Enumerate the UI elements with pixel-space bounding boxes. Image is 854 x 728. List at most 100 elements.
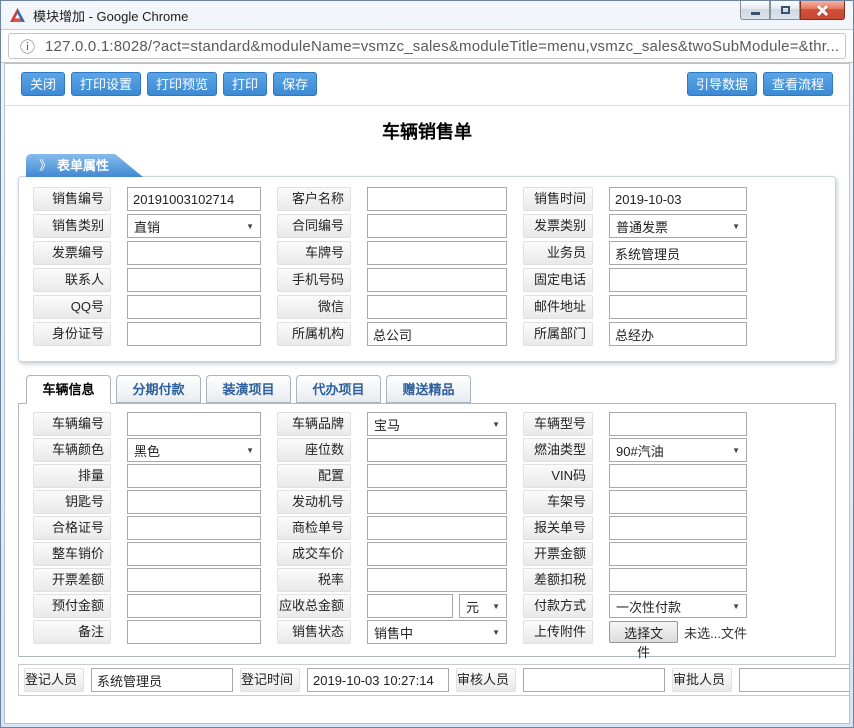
close-button[interactable]: 关闭	[21, 72, 65, 96]
unit-select[interactable]: 元▼	[459, 594, 507, 618]
field-input[interactable]	[367, 187, 507, 211]
field-select[interactable]: 一次性付款▼	[609, 594, 747, 618]
url-field[interactable]: ⓘ 127.0.0.1:8028/?act=standard&moduleNam…	[8, 33, 846, 59]
tab-gift-items[interactable]: 赠送精品	[386, 375, 471, 403]
field-input[interactable]	[609, 241, 747, 265]
field-label: 上传附件	[523, 620, 593, 644]
field-input[interactable]	[367, 241, 507, 265]
guide-data-button[interactable]: 引导数据	[687, 72, 757, 96]
field-input[interactable]	[127, 568, 261, 592]
url-text: 127.0.0.1:8028/?act=standard&moduleName=…	[45, 38, 839, 55]
field-label: 车辆型号	[523, 412, 593, 436]
save-button[interactable]: 保存	[273, 72, 317, 96]
field-input[interactable]	[127, 187, 261, 211]
field-label: 应收总金额	[277, 594, 351, 618]
field-input[interactable]	[367, 438, 507, 462]
field-input[interactable]	[367, 516, 507, 540]
field-input[interactable]	[127, 594, 261, 618]
field-input[interactable]	[127, 542, 261, 566]
page-title: 车辆销售单	[5, 106, 849, 148]
amount-input[interactable]	[367, 594, 453, 618]
select-value: 元	[466, 597, 479, 616]
form-row: 开票差额税率差额扣税	[19, 568, 835, 592]
field-input[interactable]	[367, 568, 507, 592]
field-label: 手机号码	[277, 268, 351, 292]
field-input[interactable]	[739, 668, 850, 692]
field-select[interactable]: 宝马▼	[367, 412, 507, 436]
field-input[interactable]	[127, 620, 261, 644]
field-label: 发票编号	[33, 241, 111, 265]
close-icon	[817, 5, 828, 16]
field-input[interactable]	[367, 295, 507, 319]
field-input[interactable]	[609, 490, 747, 514]
field-input[interactable]	[127, 241, 261, 265]
print-settings-button[interactable]: 打印设置	[71, 72, 141, 96]
field-input[interactable]	[367, 268, 507, 292]
field-input[interactable]	[367, 490, 507, 514]
field-input[interactable]	[127, 268, 261, 292]
field-control	[609, 516, 747, 540]
field-input[interactable]	[609, 568, 747, 592]
field-input[interactable]	[307, 668, 449, 692]
chevron-down-icon: ▼	[492, 602, 500, 611]
field-input[interactable]	[367, 322, 507, 346]
field-label: 车辆编号	[33, 412, 111, 436]
form-properties-header: 》表单属性	[26, 154, 143, 177]
field-input[interactable]	[127, 464, 261, 488]
field-input[interactable]	[127, 490, 261, 514]
field-control	[609, 568, 747, 592]
field-control: 普通发票▼	[609, 214, 747, 238]
field-input[interactable]	[609, 295, 747, 319]
field-select[interactable]: 销售中▼	[367, 620, 507, 644]
view-process-button[interactable]: 查看流程	[763, 72, 833, 96]
field-select[interactable]: 普通发票▼	[609, 214, 747, 238]
field-input[interactable]	[127, 516, 261, 540]
field-input[interactable]	[127, 295, 261, 319]
tab-decoration-items[interactable]: 装潢项目	[206, 375, 291, 403]
field-input[interactable]	[127, 322, 261, 346]
field-select[interactable]: 黑色▼	[127, 438, 261, 462]
field-input[interactable]	[609, 464, 747, 488]
select-value: 90#汽油	[616, 441, 664, 460]
field-input[interactable]	[609, 542, 747, 566]
double-chevron-icon: 》	[39, 158, 52, 173]
field-control	[367, 268, 507, 292]
field-label: 审核人员	[456, 668, 516, 692]
field-control	[609, 542, 747, 566]
select-value: 一次性付款	[616, 597, 681, 616]
field-input[interactable]	[609, 516, 747, 540]
field-input[interactable]	[523, 668, 665, 692]
tab-agency-items[interactable]: 代办项目	[296, 375, 381, 403]
print-button[interactable]: 打印	[223, 72, 267, 96]
choose-file-button[interactable]: 选择文件	[609, 621, 678, 643]
field-input[interactable]	[609, 268, 747, 292]
field-control	[367, 295, 507, 319]
field-control: 一次性付款▼	[609, 594, 747, 618]
minimize-button[interactable]	[740, 1, 770, 20]
field-label: 报关单号	[523, 516, 593, 540]
tab-vehicle-info[interactable]: 车辆信息	[26, 375, 111, 404]
field-input[interactable]	[367, 214, 507, 238]
field-label: 登记时间	[240, 668, 300, 692]
select-value: 销售中	[374, 623, 413, 642]
field-label: 销售类别	[33, 214, 111, 238]
field-input[interactable]	[127, 412, 261, 436]
window-titlebar: 模块增加 - Google Chrome	[1, 1, 853, 29]
print-preview-button[interactable]: 打印预览	[147, 72, 217, 96]
field-input[interactable]	[609, 412, 747, 436]
close-window-button[interactable]	[800, 1, 845, 20]
field-label: VIN码	[523, 464, 593, 488]
maximize-button[interactable]	[770, 1, 800, 20]
tab-installment-payment[interactable]: 分期付款	[116, 375, 201, 403]
field-select[interactable]: 直销▼	[127, 214, 261, 238]
field-input[interactable]	[367, 542, 507, 566]
field-input[interactable]	[609, 187, 747, 211]
field-control: 90#汽油▼	[609, 438, 747, 462]
field-select[interactable]: 90#汽油▼	[609, 438, 747, 462]
field-input[interactable]	[367, 464, 507, 488]
field-control	[127, 516, 261, 540]
field-label: 商检单号	[277, 516, 351, 540]
field-input[interactable]	[91, 668, 233, 692]
field-label: 联系人	[33, 268, 111, 292]
field-input[interactable]	[609, 322, 747, 346]
